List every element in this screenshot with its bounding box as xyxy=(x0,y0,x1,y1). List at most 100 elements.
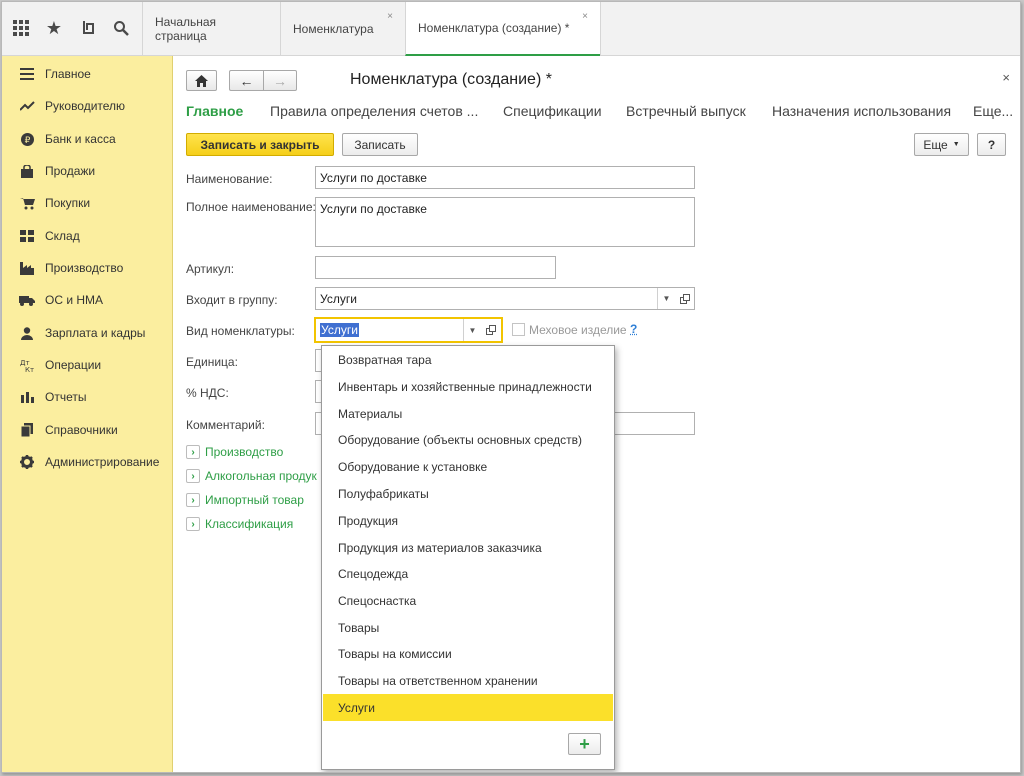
article-input[interactable] xyxy=(315,256,556,279)
form-tab-specifications[interactable]: Спецификации xyxy=(503,103,602,119)
more-label: Еще xyxy=(923,137,948,152)
search-icon[interactable] xyxy=(110,17,132,39)
favorites-star-icon[interactable]: ★ xyxy=(43,17,65,39)
chevron-down-icon[interactable]: ▼ xyxy=(657,288,675,309)
sidebar-item-label: Отчеты xyxy=(45,390,87,404)
name-label: Наименование: xyxy=(186,172,273,186)
sidebar-item-label: Руководителю xyxy=(45,99,126,113)
open-icon[interactable] xyxy=(482,319,500,341)
sidebar-item-main[interactable]: Главное xyxy=(2,61,173,87)
comment-label: Комментарий: xyxy=(186,418,265,432)
svg-text:Кт: Кт xyxy=(25,366,34,372)
fur-checkbox[interactable] xyxy=(512,323,525,336)
dropdown-item[interactable]: Продукция из материалов заказчика xyxy=(323,534,613,561)
group-classification-label: Классификация xyxy=(205,517,294,531)
sidebar-item-sales[interactable]: Продажи xyxy=(2,158,173,184)
form-tab-main[interactable]: Главное xyxy=(186,103,243,119)
vat-label: % НДС: xyxy=(186,386,229,400)
form-tab-account-rules[interactable]: Правила определения счетов ... xyxy=(270,103,478,119)
dropdown-item[interactable]: Материалы xyxy=(323,400,613,427)
sidebar-item-bank[interactable]: ₽ Банк и касса xyxy=(2,126,173,152)
truck-icon xyxy=(17,295,37,306)
dropdown-item[interactable]: Инвентарь и хозяйственные принадлежности xyxy=(323,373,613,400)
sidebar-item-label: Продажи xyxy=(45,164,96,178)
name-input[interactable]: Услуги по доставке xyxy=(315,166,695,189)
dropdown-item[interactable]: Спецодежда xyxy=(323,560,613,587)
close-icon[interactable]: × xyxy=(582,11,588,22)
group-label: Входит в группу: xyxy=(186,293,278,307)
main-panel: ← → Номенклатура (создание) * × Главное … xyxy=(174,56,1020,772)
menu-lines-icon xyxy=(17,68,37,80)
home-button[interactable] xyxy=(186,70,217,91)
sidebar-item-warehouse[interactable]: Склад xyxy=(2,223,173,249)
form-tab-counter-output[interactable]: Встречный выпуск xyxy=(626,103,746,119)
group-select[interactable]: Услуги ▼ xyxy=(315,287,695,310)
history-icon[interactable] xyxy=(78,17,100,39)
group-value: Услуги xyxy=(320,291,357,306)
kind-select[interactable]: Услуги ▼ xyxy=(314,317,503,343)
factory-icon xyxy=(17,261,37,275)
fur-help-link[interactable]: ? xyxy=(630,322,637,336)
save-button[interactable]: Записать xyxy=(342,133,418,156)
name-value: Услуги по доставке xyxy=(320,170,427,185)
kind-dropdown-list: Возвратная тара Инвентарь и хозяйственны… xyxy=(321,345,615,770)
apps-grid-icon[interactable] xyxy=(10,17,32,39)
tab-home[interactable]: Начальная страница xyxy=(142,2,280,56)
dropdown-item[interactable]: Оборудование (объекты основных средств) xyxy=(323,426,613,453)
back-button[interactable]: ← xyxy=(229,70,263,91)
form-tab-usage[interactable]: Назначения использования xyxy=(772,103,951,119)
dropdown-item-selected[interactable]: Услуги xyxy=(323,694,613,721)
article-label: Артикул: xyxy=(186,262,235,276)
tab-nomenclature[interactable]: Номенклатура × xyxy=(280,2,405,56)
full-name-value: Услуги по доставке xyxy=(320,202,427,216)
group-import[interactable]: › Импортный товар xyxy=(186,493,304,507)
warehouse-icon xyxy=(17,230,37,242)
group-alcohol[interactable]: › Алкогольная продук xyxy=(186,469,317,483)
save-and-close-button[interactable]: Записать и закрыть xyxy=(186,133,334,156)
kind-value: Услуги xyxy=(320,323,359,337)
tab-nomenclature-create[interactable]: Номенклатура (создание) * × xyxy=(405,2,600,56)
tab-divider xyxy=(600,2,601,56)
chevron-right-icon: › xyxy=(186,517,200,531)
dropdown-item[interactable]: Спецоснастка xyxy=(323,587,613,614)
dropdown-item[interactable]: Продукция xyxy=(323,507,613,534)
unit-label: Единица: xyxy=(186,355,238,369)
sidebar-item-fixed-assets[interactable]: ОС и НМА xyxy=(2,287,173,313)
dropdown-item[interactable]: Возвратная тара xyxy=(323,346,613,373)
group-classification[interactable]: › Классификация xyxy=(186,517,293,531)
add-item-button[interactable]: + xyxy=(568,733,601,755)
window-title: Номенклатура (создание) * xyxy=(350,71,552,88)
sidebar-item-manager[interactable]: Руководителю xyxy=(2,93,173,119)
svg-text:₽: ₽ xyxy=(24,136,30,146)
gear-icon xyxy=(17,455,37,469)
arrow-left-icon: ← xyxy=(239,72,254,89)
forward-button[interactable]: → xyxy=(263,70,297,91)
form-tab-more[interactable]: Еще... xyxy=(973,103,1013,119)
sidebar-item-purchases[interactable]: Покупки xyxy=(2,190,173,216)
sidebar-item-label: Производство xyxy=(45,261,124,275)
close-icon[interactable]: × xyxy=(387,11,393,22)
sidebar-item-operations[interactable]: Дт Кт Операции xyxy=(2,352,173,378)
sidebar-item-administration[interactable]: Администрирование xyxy=(2,449,173,475)
open-icon[interactable] xyxy=(676,288,694,309)
fur-label: Меховое изделие xyxy=(529,323,627,337)
sidebar-item-production[interactable]: Производство xyxy=(2,255,173,281)
full-name-textarea[interactable]: Услуги по доставке xyxy=(315,197,695,247)
dropdown-item[interactable]: Полуфабрикаты xyxy=(323,480,613,507)
dropdown-item[interactable]: Оборудование к установке xyxy=(323,453,613,480)
top-bar: ★ Начальная страница Номенклатура × Номе… xyxy=(2,2,1020,56)
more-button[interactable]: Еще ▼ xyxy=(914,133,969,156)
sidebar-item-salary[interactable]: Зарплата и кадры xyxy=(2,320,173,346)
app-frame: ★ Начальная страница Номенклатура × Номе… xyxy=(1,1,1021,773)
sidebar-item-label: Склад xyxy=(45,229,80,243)
close-icon[interactable]: × xyxy=(1002,70,1010,85)
dropdown-item[interactable]: Товары xyxy=(323,614,613,641)
dropdown-item[interactable]: Товары на ответственном хранении xyxy=(323,667,613,694)
dropdown-item[interactable]: Товары на комиссии xyxy=(323,640,613,667)
sidebar-item-reports[interactable]: Отчеты xyxy=(2,384,173,410)
chevron-down-icon[interactable]: ▼ xyxy=(463,319,481,341)
chevron-down-icon: ▼ xyxy=(952,141,960,148)
help-button[interactable]: ? xyxy=(977,133,1006,156)
group-production[interactable]: › Производство xyxy=(186,445,283,459)
sidebar-item-directories[interactable]: Справочники xyxy=(2,417,173,443)
